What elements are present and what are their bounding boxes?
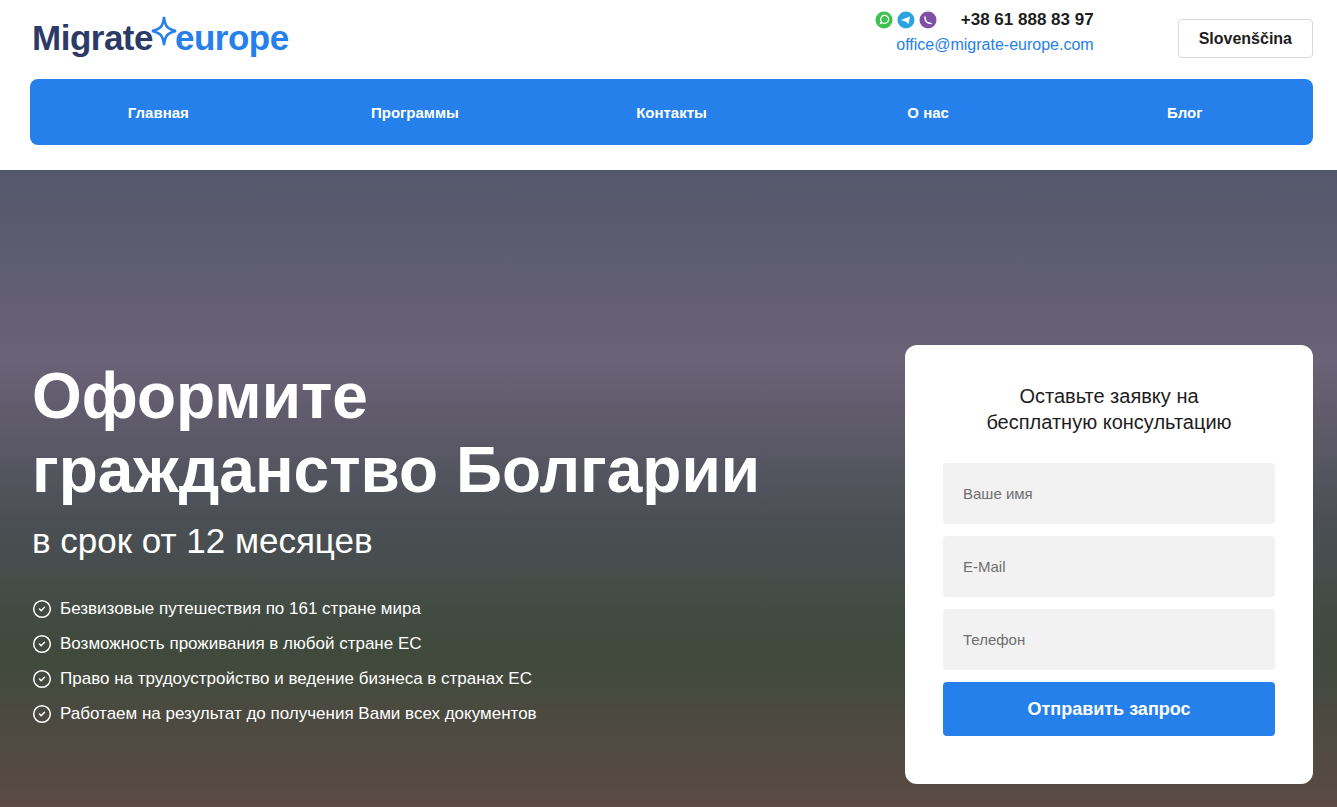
form-title: Оставьте заявку набесплатную консультаци… bbox=[943, 383, 1275, 435]
submit-button[interactable]: Отправить запрос bbox=[943, 682, 1275, 736]
check-circle-icon bbox=[32, 599, 52, 619]
hero-subtitle: в срок от 12 месяцев bbox=[32, 521, 760, 561]
language-button[interactable]: Slovenščina bbox=[1178, 19, 1313, 58]
form-field[interactable] bbox=[943, 609, 1275, 670]
benefit-item: Безвизовые путешествия по 161 стране мир… bbox=[32, 599, 760, 619]
hero-text: Оформитегражданство Болгарии в срок от 12… bbox=[32, 170, 760, 724]
form-field[interactable] bbox=[943, 463, 1275, 524]
check-circle-icon bbox=[32, 704, 52, 724]
viber-icon[interactable] bbox=[919, 11, 937, 29]
check-circle-icon bbox=[32, 669, 52, 689]
phone-row: +38 61 888 83 97 bbox=[875, 10, 1094, 30]
check-circle-icon bbox=[32, 634, 52, 654]
page: Migrateeurope +38 61 888 83 97 office@migr… bbox=[0, 0, 1337, 807]
nav-item[interactable]: Блог bbox=[1056, 104, 1313, 121]
nav-item[interactable]: Контакты bbox=[543, 104, 800, 121]
title-line: Оформите bbox=[32, 360, 760, 434]
nav-item[interactable]: О нас bbox=[800, 104, 1057, 121]
star-icon bbox=[151, 16, 177, 46]
consultation-form: Оставьте заявку набесплатную консультаци… bbox=[905, 345, 1313, 784]
contacts: +38 61 888 83 97 office@migrate-europe.co… bbox=[875, 10, 1094, 54]
nav-item[interactable]: Программы bbox=[287, 104, 544, 121]
top-row: Migrateeurope +38 61 888 83 97 office@migr… bbox=[30, 0, 1313, 79]
benefit-item: Работаем на результат до получения Вами … bbox=[32, 704, 760, 724]
email[interactable]: office@migrate-europe.com bbox=[896, 36, 1093, 54]
header: Migrateeurope +38 61 888 83 97 office@migr… bbox=[0, 0, 1337, 170]
title-line: гражданство Болгарии bbox=[32, 434, 760, 508]
logo[interactable]: Migrateeurope bbox=[30, 10, 289, 58]
hero: Оформитегражданство Болгарии в срок от 12… bbox=[0, 170, 1337, 807]
benefit-item: Возможность проживания в любой стране ЕС bbox=[32, 634, 760, 654]
header-right: +38 61 888 83 97 office@migrate-europe.co… bbox=[875, 10, 1313, 58]
hero-title: Оформитегражданство Болгарии bbox=[32, 360, 760, 507]
nav-bar: ГлавнаяПрограммыКонтактыО насБлог bbox=[30, 79, 1313, 145]
nav-item[interactable]: Главная bbox=[30, 104, 287, 121]
telegram-icon[interactable] bbox=[897, 11, 915, 29]
form-field[interactable] bbox=[943, 536, 1275, 597]
benefit-item: Право на трудоустройство и ведение бизне… bbox=[32, 669, 760, 689]
phone[interactable]: +38 61 888 83 97 bbox=[961, 10, 1094, 30]
benefits-list: Безвизовые путешествия по 161 стране мир… bbox=[32, 599, 760, 724]
messengers bbox=[875, 11, 937, 29]
whatsapp-icon[interactable] bbox=[875, 11, 893, 29]
